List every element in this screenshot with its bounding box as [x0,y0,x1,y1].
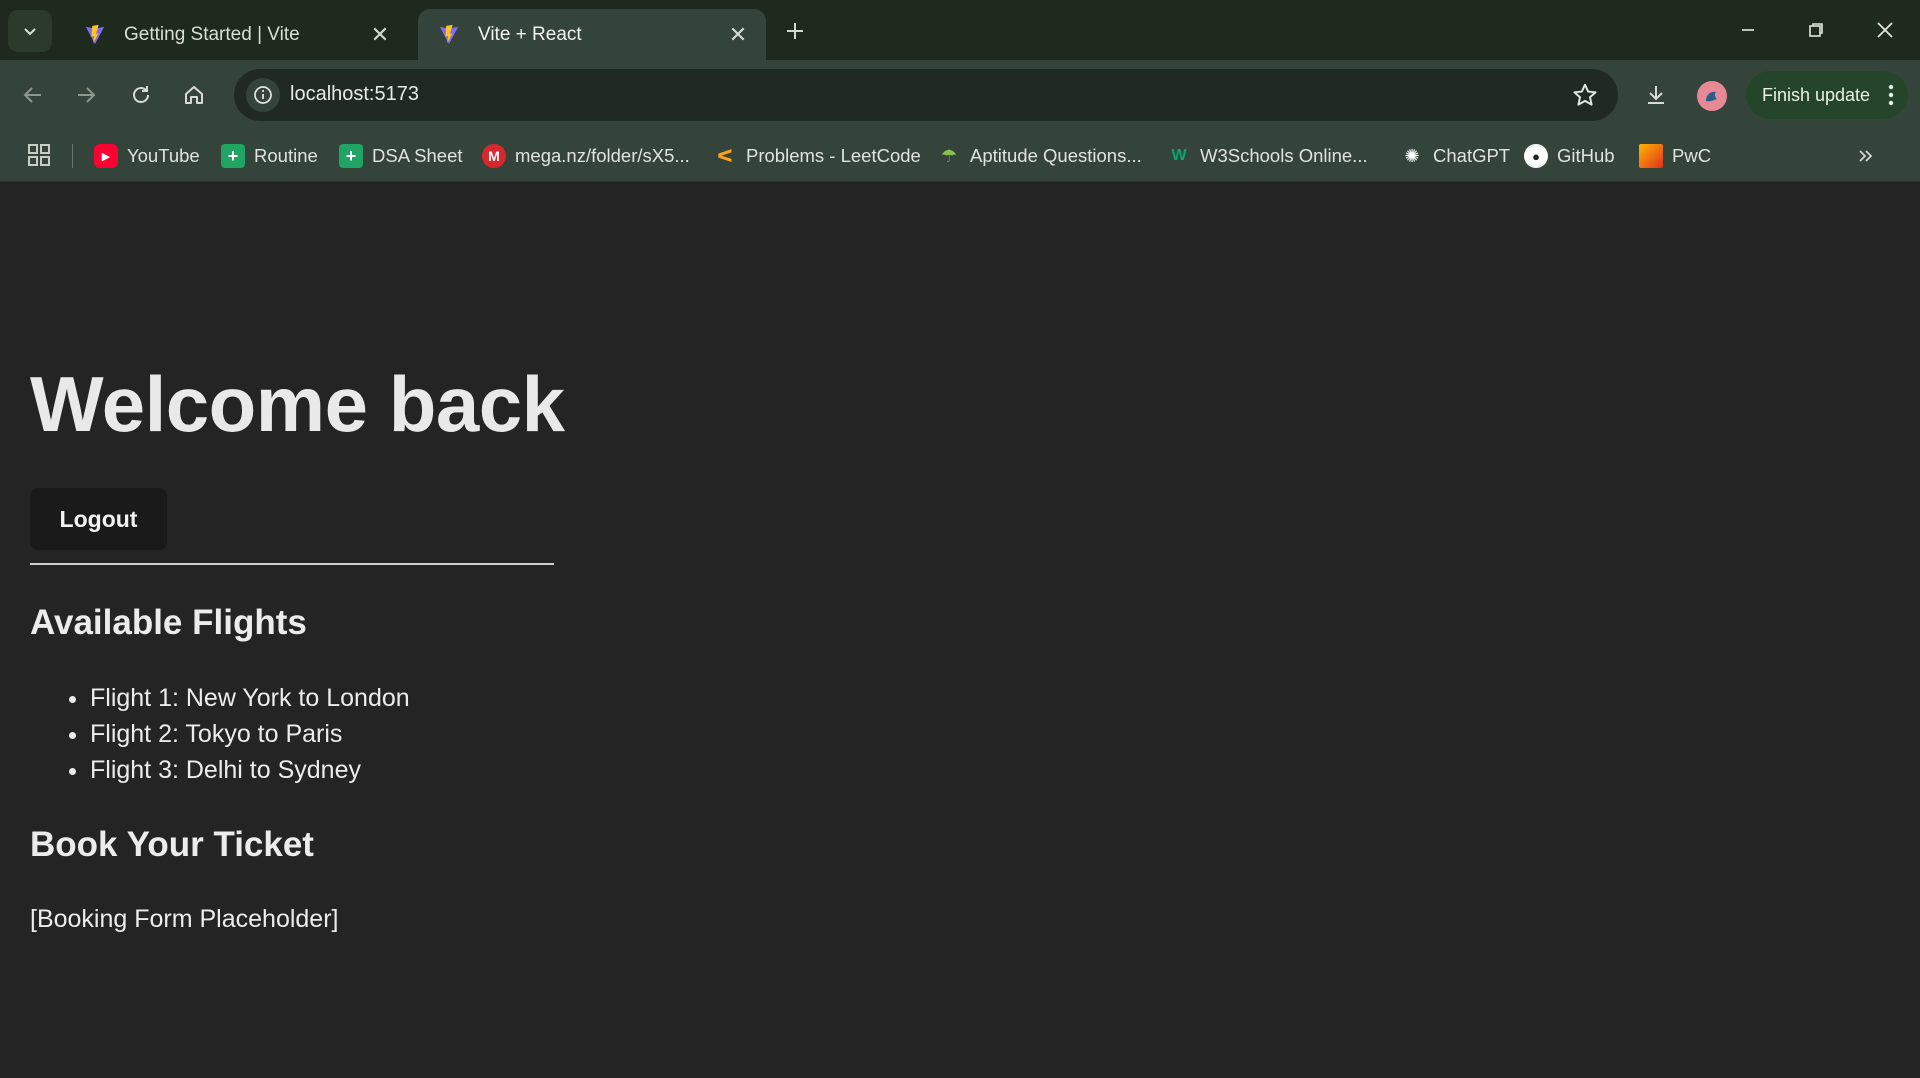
bookmark-w3schools[interactable]: W W3Schools Online... [1167,130,1368,182]
bookmark-leetcode[interactable]: ᐸ Problems - LeetCode [713,130,921,182]
bookmark-aptitude[interactable]: ☂ Aptitude Questions... [937,130,1142,182]
bookmark-dsa-sheet[interactable]: + DSA Sheet [339,130,463,182]
leetcode-icon: ᐸ [717,145,733,166]
divider [30,563,554,565]
close-icon [1877,22,1893,38]
tab-vite-react[interactable]: Vite + React ✕ [418,9,766,60]
page-title: Welcome back [30,360,565,448]
w3schools-icon: W [1171,147,1187,164]
list-item: Flight 3: Delhi to Sydney [90,752,410,788]
indiabix-icon: ☂ [940,145,958,166]
chevron-double-right-icon [1859,150,1873,162]
tab-title: Vite + React [478,23,582,45]
profile-avatar[interactable] [1697,81,1727,111]
bookmark-chatgpt[interactable]: ✺ ChatGPT [1400,130,1510,182]
home-icon [185,86,203,104]
pwc-icon [1639,144,1663,168]
home-button[interactable] [176,77,212,113]
tab-strip: Getting Started | Vite ✕ Vite + React ✕ [0,0,1920,60]
finish-update-label: Finish update [1762,84,1871,105]
flights-list: Flight 1: New York to London Flight 2: T… [90,680,410,788]
bookmark-label: Problems - LeetCode [746,145,921,166]
bookmark-youtube[interactable]: ▶ YouTube [94,130,200,182]
arrow-right-icon [78,87,96,103]
youtube-icon: ▶ [94,144,118,168]
restore-icon [1809,23,1823,37]
bookmark-label: Aptitude Questions... [970,145,1142,166]
bookmark-label: DSA Sheet [372,145,463,166]
list-item: Flight 1: New York to London [90,680,410,716]
logout-button[interactable]: Logout [30,488,167,550]
bookmark-pwc[interactable]: PwC [1639,130,1711,182]
close-icon[interactable]: ✕ [366,21,394,49]
plus-icon [787,23,803,39]
bookmark-mega[interactable]: M mega.nz/folder/sX5... [482,130,690,182]
close-window-button[interactable] [1857,10,1913,50]
vite-logo-icon [85,24,105,44]
booking-heading: Book Your Ticket [30,825,314,864]
booking-form-placeholder: [Booking Form Placeholder] [30,905,339,933]
minimize-icon [1742,29,1754,31]
finish-update-button[interactable]: Finish update [1746,71,1908,119]
bookmark-label: Routine [254,145,318,166]
page-content: Welcome back Logout Available Flights Fl… [0,183,1920,1078]
bookmark-label: GitHub [1557,145,1615,166]
flights-heading: Available Flights [30,603,307,642]
download-icon [1648,86,1664,104]
avatar-icon [1706,91,1717,102]
downloads-button[interactable] [1638,77,1674,113]
github-icon: ● [1524,144,1548,168]
restore-button[interactable] [1788,10,1844,50]
bookmark-label: PwC [1672,145,1712,166]
more-vert-icon [1888,84,1894,106]
divider [72,144,73,168]
vite-logo-icon [439,24,459,44]
reload-icon [133,86,149,103]
address-bar[interactable]: localhost:5173 [234,69,1618,121]
bookmark-label: ChatGPT [1433,145,1511,166]
tab-getting-started[interactable]: Getting Started | Vite ✕ [64,9,408,60]
tab-search-button[interactable] [8,10,52,52]
bookmark-routine[interactable]: + Routine [221,130,318,182]
bookmark-label: W3Schools Online... [1200,145,1368,166]
sheets-icon: + [339,144,363,168]
minimize-button[interactable] [1720,10,1776,50]
info-icon [254,86,272,104]
more-bookmarks-button[interactable] [1852,142,1880,170]
site-info-button[interactable] [246,78,280,112]
list-item: Flight 2: Tokyo to Paris [90,716,410,752]
forward-button[interactable] [68,77,104,113]
star-icon[interactable] [1572,82,1598,108]
browser-toolbar: localhost:5173 Finish update [0,60,1920,130]
tab-title: Getting Started | Vite [124,23,300,45]
bookmark-label: mega.nz/folder/sX5... [515,145,690,166]
mega-icon: M [482,144,506,168]
address-text[interactable]: localhost:5173 [290,83,419,106]
bookmarks-bar: ▶ YouTube + Routine + DSA Sheet M mega.n… [0,130,1920,182]
sheets-icon: + [221,144,245,168]
chevron-down-icon [24,28,36,36]
apps-grid-icon[interactable] [26,142,52,168]
chatgpt-icon: ✺ [1404,145,1420,166]
bookmark-label: YouTube [127,145,200,166]
new-tab-button[interactable] [778,14,812,48]
arrow-left-icon [23,87,41,103]
reload-button[interactable] [123,77,159,113]
bookmark-github[interactable]: ● GitHub [1524,130,1615,182]
back-button[interactable] [15,77,51,113]
close-icon[interactable]: ✕ [724,21,752,49]
